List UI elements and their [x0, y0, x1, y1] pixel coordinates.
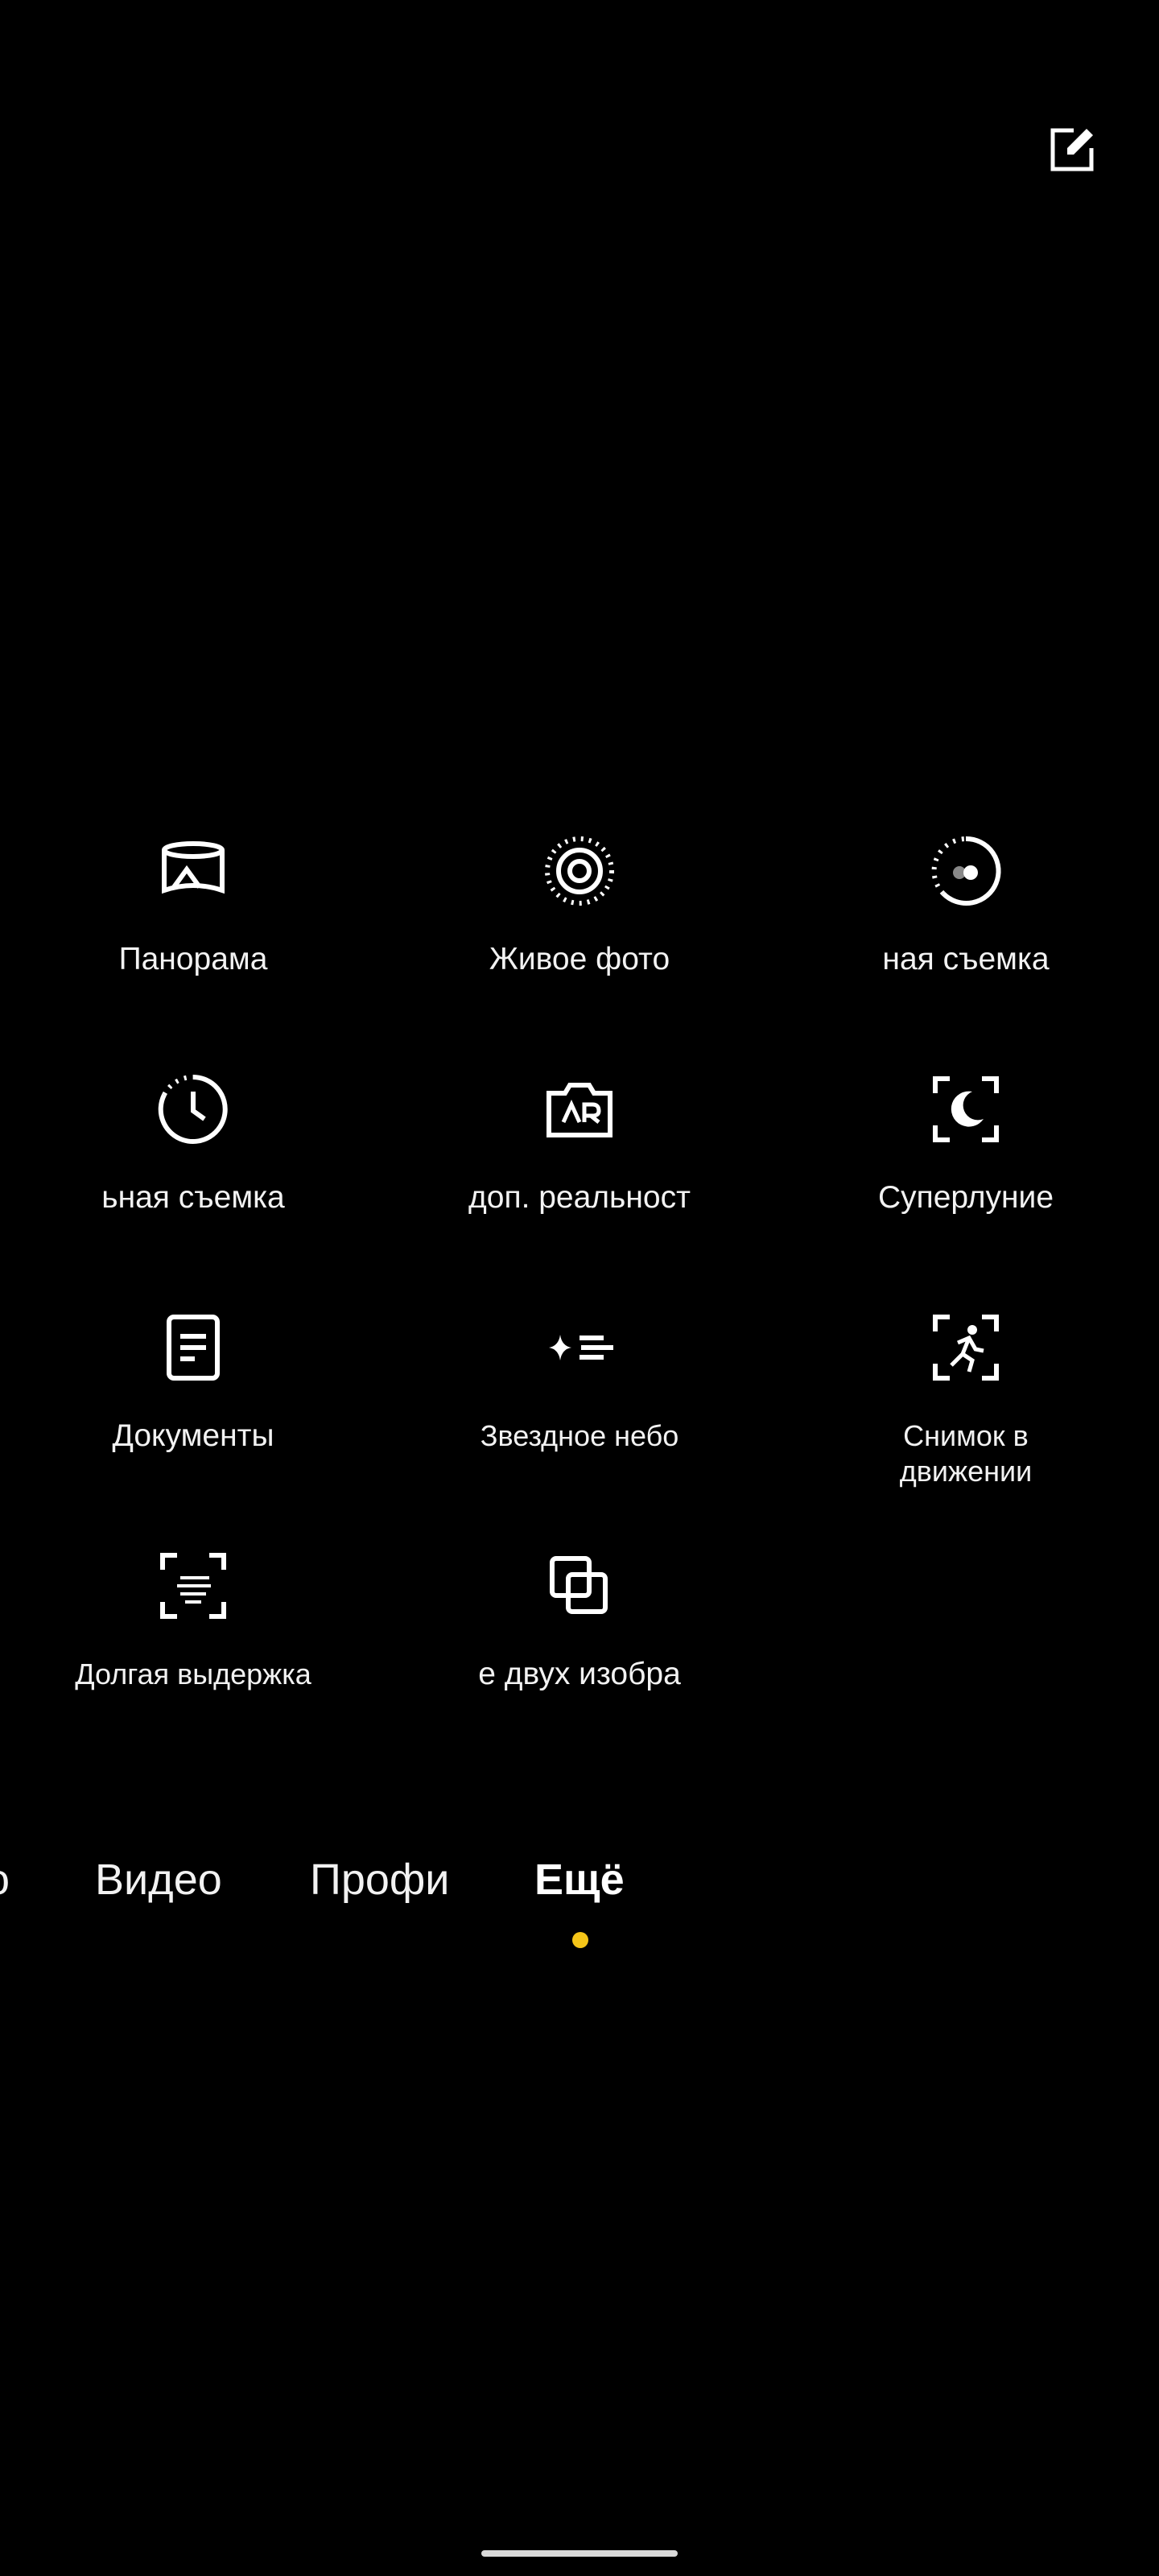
tab-more[interactable]: Ещё [534, 1852, 625, 1908]
panorama-icon [153, 831, 233, 911]
starry-sky-icon [539, 1307, 620, 1388]
mode-label: доп. реальност [468, 1180, 691, 1215]
mode-dual-image[interactable]: е двух изобра [459, 1536, 700, 1745]
mode-label: Снимок в движении [899, 1419, 1033, 1488]
mode-documents[interactable]: Документы [72, 1298, 314, 1507]
mode-dual-view[interactable]: ная съемка [845, 821, 1087, 1030]
dual-image-icon [539, 1546, 620, 1626]
mode-label: ьная съемка [101, 1180, 285, 1215]
mode-label: Панорама [118, 942, 268, 976]
timelapse-icon [153, 1069, 233, 1150]
mode-motion-shot[interactable]: Снимок в движении [845, 1298, 1087, 1507]
dual-view-icon [926, 831, 1006, 911]
home-indicator[interactable] [481, 2550, 678, 2557]
active-tab-indicator [572, 1932, 588, 1948]
live-photo-icon [539, 831, 620, 911]
super-moon-icon [926, 1069, 1006, 1150]
mode-long-exposure[interactable]: Долгая выдержка [72, 1536, 314, 1745]
mode-label: Долгая выдержка [75, 1657, 311, 1690]
mode-label: Живое фото [489, 942, 670, 976]
tab-photo[interactable]: о [0, 1852, 10, 1908]
tab-pro[interactable]: Профи [310, 1852, 449, 1908]
mode-ar[interactable]: доп. реальност [459, 1059, 700, 1269]
edit-icon[interactable] [1043, 121, 1101, 179]
long-exposure-icon [153, 1546, 233, 1626]
mode-super-moon[interactable]: Суперлуние [845, 1059, 1087, 1269]
mode-label: Документы [112, 1418, 274, 1453]
mode-live-photo[interactable]: Живое фото [459, 821, 700, 1030]
mode-label: ная съемка [882, 942, 1050, 976]
document-icon [153, 1307, 233, 1388]
mode-panorama[interactable]: Панорама [72, 821, 314, 1030]
mode-label: е двух изобра [478, 1657, 681, 1691]
tab-video[interactable]: Видео [95, 1852, 222, 1908]
ar-camera-icon [539, 1069, 620, 1150]
mode-starry-sky[interactable]: Звездное небо [459, 1298, 700, 1507]
mode-timelapse[interactable]: ьная съемка [72, 1059, 314, 1269]
mode-label: Звездное небо [480, 1419, 679, 1452]
motion-shot-icon [926, 1307, 1006, 1388]
mode-label: Суперлуние [877, 1180, 1054, 1215]
